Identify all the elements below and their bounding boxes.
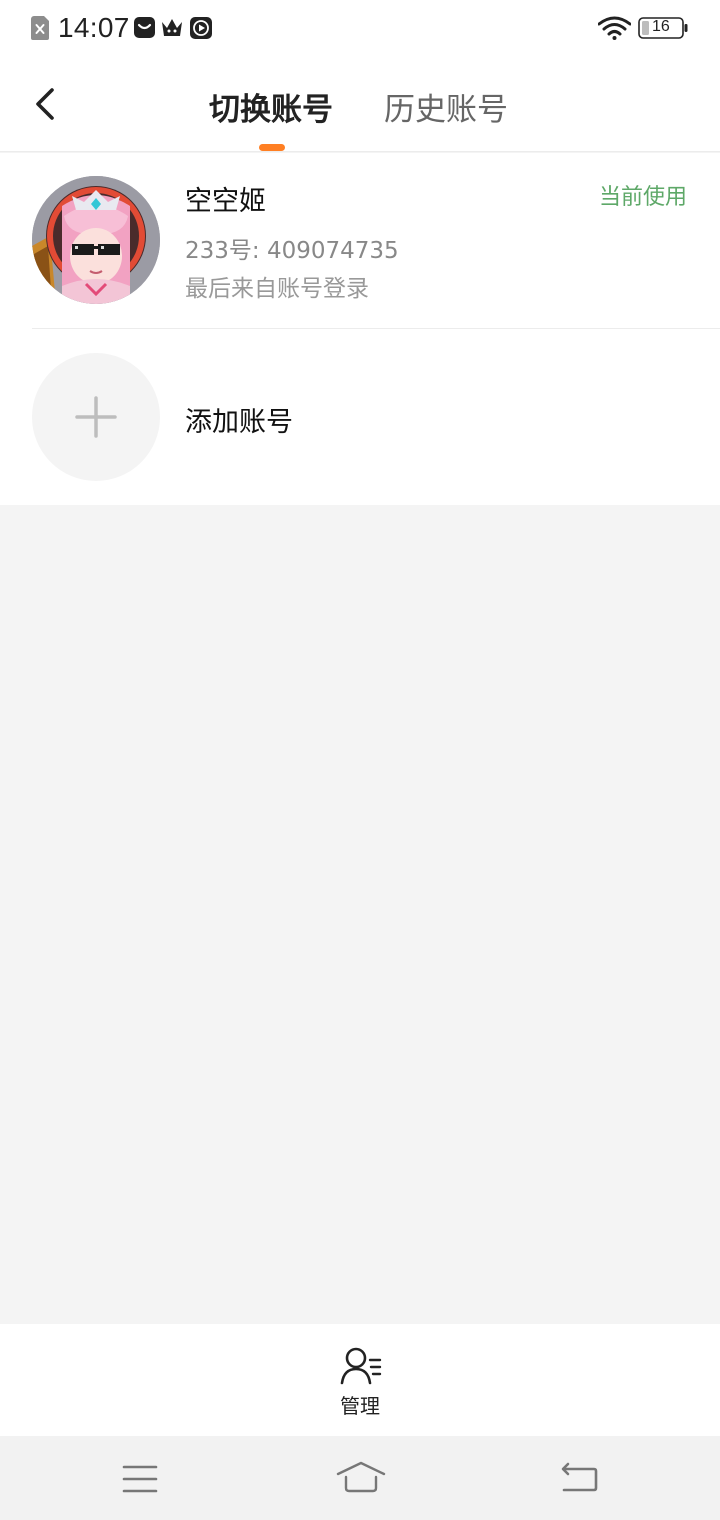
manage-button[interactable]: 管理 xyxy=(320,1344,400,1424)
header: 切换账号 历史账号 xyxy=(0,60,720,152)
message-icon xyxy=(134,17,155,38)
play-icon xyxy=(190,17,212,39)
menu-icon[interactable] xyxy=(122,1464,158,1494)
tab-switch-account[interactable]: 切换账号 xyxy=(209,84,333,129)
back-button[interactable] xyxy=(30,84,62,124)
avatar xyxy=(32,176,160,304)
crown-icon xyxy=(162,19,182,36)
account-id: 233号: 409074735 xyxy=(185,238,399,264)
tab-indicator xyxy=(259,144,285,151)
status-time: 14:07 xyxy=(58,12,130,43)
plus-icon xyxy=(75,396,117,438)
account-login-source: 最后来自账号登录 xyxy=(185,276,369,302)
account-name: 空空姬 xyxy=(185,186,266,217)
bottom-bar: 管理 xyxy=(0,1324,720,1436)
add-account-button[interactable]: 添加账号 xyxy=(0,329,720,505)
home-icon[interactable] xyxy=(335,1460,387,1494)
account-item[interactable]: 空空姬 233号: 409074735 最后来自账号登录 当前使用 xyxy=(0,153,720,328)
battery-icon: 16 xyxy=(638,17,688,39)
add-account-circle xyxy=(32,353,160,481)
current-use-badge: 当前使用 xyxy=(598,185,687,210)
tab-history-account[interactable]: 历史账号 xyxy=(384,84,508,129)
wifi-icon xyxy=(598,16,631,40)
account-list: 空空姬 233号: 409074735 最后来自账号登录 当前使用 添加账号 xyxy=(0,153,720,505)
back-icon[interactable] xyxy=(558,1462,600,1494)
sim-off-icon xyxy=(31,16,49,40)
user-list-icon xyxy=(340,1347,382,1385)
add-account-label: 添加账号 xyxy=(185,407,293,438)
manage-label: 管理 xyxy=(340,1394,380,1418)
status-bar: 14:07 16 xyxy=(0,0,720,60)
battery-level: 16 xyxy=(652,18,670,35)
system-nav-bar xyxy=(0,1436,720,1520)
